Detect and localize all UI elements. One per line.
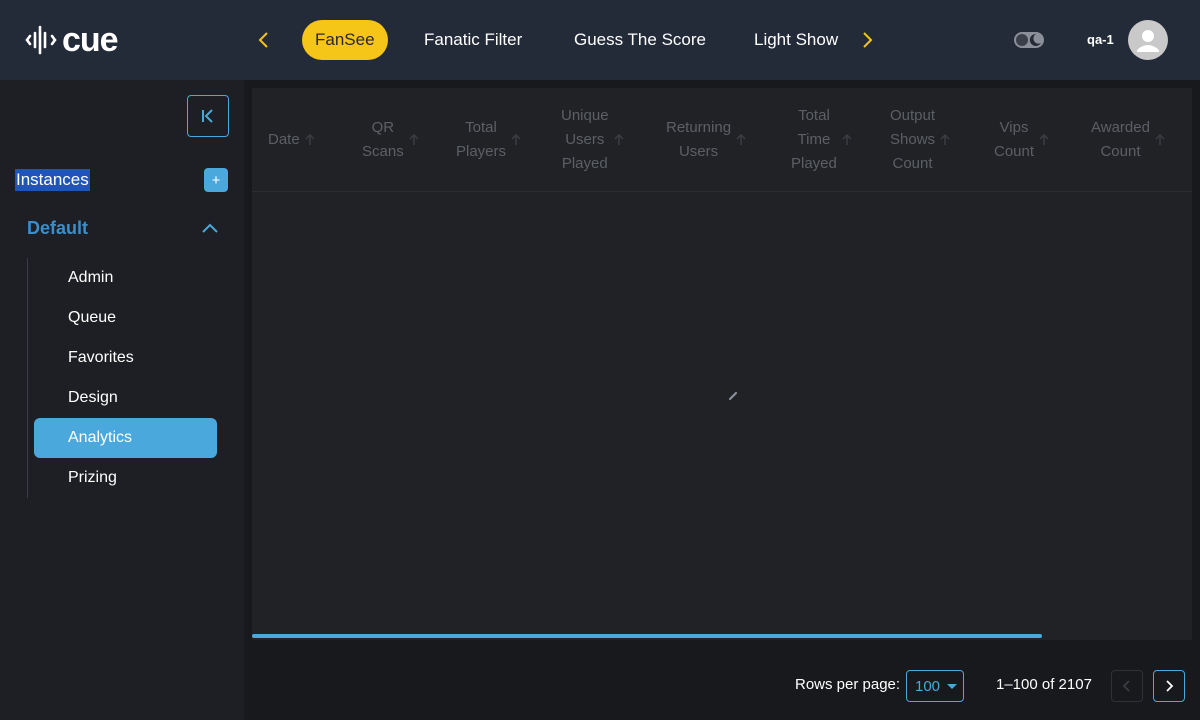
sidebar-item-favorites[interactable]: Favorites [34, 338, 217, 378]
sort-arrow-icon [736, 133, 746, 145]
sort-arrow-icon [511, 133, 521, 145]
collapse-left-icon [202, 109, 213, 123]
sidebar-item-analytics[interactable]: Analytics [34, 418, 217, 458]
sort-arrow-icon [614, 133, 624, 145]
column-header-vips-count[interactable]: Vips Count [994, 88, 1050, 192]
moon-toggle-icon [1014, 32, 1044, 48]
user-name: qa-1 [1087, 32, 1114, 47]
previous-page-button[interactable] [1111, 670, 1143, 702]
sidebar: Instances + Default Admin Queue Favorite… [0, 80, 244, 720]
rows-per-page-value: 100 [915, 677, 941, 695]
column-label: Vips Count [994, 119, 1035, 160]
sidebar-item-prizing[interactable]: Prizing [34, 458, 217, 498]
chevron-up-icon [202, 223, 218, 233]
group-collapse-toggle[interactable] [200, 220, 220, 238]
sidebar-item-design[interactable]: Design [34, 378, 217, 418]
user-icon [1137, 30, 1159, 52]
chevron-right-icon [863, 32, 873, 48]
sort-arrow-icon [940, 133, 950, 145]
column-label: Unique Users Played [561, 107, 609, 172]
column-label: Returning Users [666, 119, 732, 160]
sort-arrow-icon [1155, 133, 1165, 145]
logo-text: cue [62, 21, 119, 59]
loading-spinner-icon [728, 391, 738, 401]
analytics-table: Date QR Scans Total Players Unique Users Pla… [252, 88, 1192, 640]
column-header-output-shows-count[interactable]: Output Shows Count [890, 88, 951, 192]
column-header-unique-users-played[interactable]: Unique Users Played [561, 88, 625, 192]
column-header-total-players[interactable]: Total Players [456, 88, 522, 192]
column-header-awarded-count[interactable]: Awarded Count [1091, 88, 1166, 192]
rows-per-page-select[interactable]: 100 [906, 670, 964, 702]
avatar[interactable] [1128, 20, 1168, 60]
rows-per-page-label: Rows per page: [795, 676, 901, 693]
sort-arrow-icon [1039, 133, 1049, 145]
column-label: Total Time Played [791, 107, 837, 172]
collapse-sidebar-button[interactable] [187, 95, 229, 137]
cue-logo[interactable]: cue [24, 22, 134, 58]
chevron-left-icon [1122, 680, 1130, 692]
instances-heading: Instances [15, 169, 90, 191]
horizontal-scrollbar-thumb[interactable] [252, 634, 1042, 638]
next-page-button[interactable] [1153, 670, 1185, 702]
chevron-left-icon [258, 32, 268, 48]
top-navbar: cue FanSee Fanatic Filter Guess The Scor… [0, 0, 1200, 80]
soundwave-icon [25, 25, 57, 55]
pagination-range: 1–100 of 2107 [996, 676, 1092, 693]
sort-arrow-icon [842, 133, 852, 145]
column-header-returning-users[interactable]: Returning Users [666, 88, 747, 192]
sort-arrow-icon [409, 133, 419, 145]
instance-group-default[interactable]: Default [27, 218, 88, 239]
column-label: Output Shows Count [890, 107, 936, 172]
nav-prev-arrow[interactable] [250, 26, 278, 54]
column-header-total-time-played[interactable]: Total Time Played [791, 88, 853, 192]
column-header-qr-scans[interactable]: QR Scans [362, 88, 420, 192]
column-label: Awarded Count [1091, 119, 1150, 160]
column-label: QR Scans [362, 119, 404, 160]
tab-guess-the-score[interactable]: Guess The Score [574, 20, 706, 60]
sidebar-item-queue[interactable]: Queue [34, 298, 217, 338]
sidebar-item-admin[interactable]: Admin [34, 258, 217, 298]
column-label: Date [268, 131, 300, 148]
table-header: Date QR Scans Total Players Unique Users Pla… [252, 88, 1192, 192]
nav-next-arrow[interactable] [853, 26, 881, 54]
sort-arrow-icon [305, 133, 315, 145]
caret-down-icon [947, 684, 957, 689]
tab-fansee[interactable]: FanSee [302, 20, 388, 60]
column-header-date[interactable]: Date [268, 88, 316, 192]
add-instance-button[interactable]: + [204, 168, 228, 192]
tab-fanatic-filter[interactable]: Fanatic Filter [424, 20, 522, 60]
chevron-right-icon [1166, 680, 1174, 692]
column-label: Total Players [456, 119, 507, 160]
theme-toggle[interactable] [1013, 29, 1045, 51]
tree-line [27, 258, 28, 498]
tab-light-show[interactable]: Light Show [754, 20, 838, 60]
